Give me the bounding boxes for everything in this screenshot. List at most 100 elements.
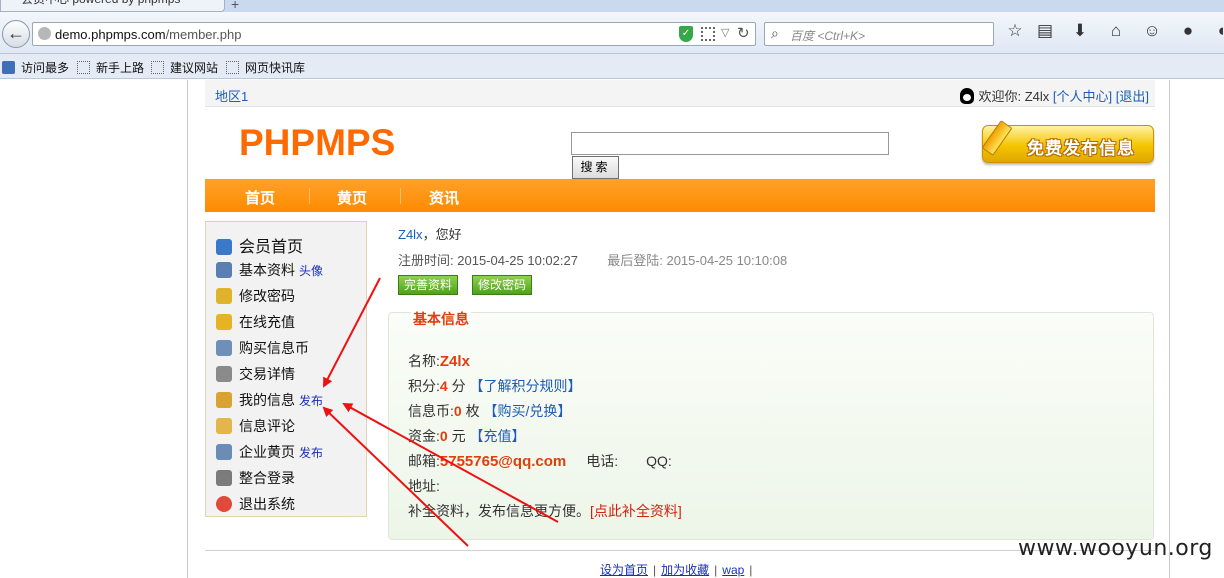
publish-info-link[interactable]: 发布 xyxy=(299,394,323,408)
contact-row: 邮箱:5755765@qq.com 电话: QQ: xyxy=(408,451,672,471)
last-login-value: 2015-04-25 10:10:08 xyxy=(666,253,788,268)
card-icon xyxy=(216,340,232,356)
bookmark-getting-started[interactable]: 新手上路 xyxy=(77,59,144,76)
sidebar-item-buy-coins[interactable]: 购买信息币 xyxy=(216,338,309,358)
address-bar[interactable]: demo.phpmps.com/member.php ✓ ▽ ↻ xyxy=(32,22,756,46)
sidebar-item-company-pages[interactable]: 企业黄页 发布 xyxy=(216,442,323,462)
top-info-bar: 地区1 欢迎你: Z4lx [个人中心] [退出] xyxy=(205,80,1155,107)
welcome-area: 欢迎你: Z4lx [个人中心] [退出] xyxy=(960,86,1149,105)
home-icon xyxy=(216,239,232,255)
dropdown-arrow-icon[interactable]: ▽ xyxy=(721,26,729,39)
region-link[interactable]: 地区1 xyxy=(215,86,248,105)
set-homepage-link[interactable]: 设为首页 xyxy=(600,563,648,577)
login-icon xyxy=(216,470,232,486)
download-icon[interactable]: ⬇ xyxy=(1069,20,1091,42)
sidebar-item-label: 交易详情 xyxy=(239,366,295,382)
email-label: 邮箱: xyxy=(408,453,440,469)
sidebar-item-label: 购买信息币 xyxy=(239,340,309,356)
points-rules-link[interactable]: 【了解积分规则】 xyxy=(469,378,581,394)
coins-label: 信息币: xyxy=(408,403,454,419)
browser-window: 会员中心 powered by phpmps + ← demo.phpmps.c… xyxy=(0,0,1224,578)
publish-company-link[interactable]: 发布 xyxy=(299,446,323,460)
name-value: Z4lx xyxy=(439,353,470,370)
site-logo[interactable]: PHPMPS xyxy=(239,122,395,164)
sidebar-item-comments[interactable]: 信息评论 xyxy=(216,416,295,436)
user-center-link[interactable]: [个人中心] xyxy=(1053,89,1112,104)
shield-icon[interactable]: ✓ xyxy=(679,26,693,42)
points-row: 积分:4 分 【了解积分规则】 xyxy=(408,376,581,396)
star-icon[interactable]: ☆ xyxy=(1004,20,1026,42)
nav-yellow-pages[interactable]: 黄页 xyxy=(337,187,367,208)
funds-value: 0 xyxy=(439,428,448,444)
site-search-input[interactable] xyxy=(571,132,889,155)
reg-time-value: 2015-04-25 10:02:27 xyxy=(457,253,578,268)
user-icon xyxy=(216,262,232,278)
change-password-button[interactable]: 修改密码 xyxy=(472,275,533,295)
add-favorite-link[interactable]: 加为收藏 xyxy=(661,563,709,577)
bookmark-web-slices[interactable]: 网页快讯库 xyxy=(226,59,305,76)
chat-icon[interactable]: ☺ xyxy=(1141,20,1163,42)
sidebar-item-label: 企业黄页 xyxy=(239,444,295,460)
sidebar-item-profile[interactable]: 基本资料 头像 xyxy=(216,260,323,280)
name-label: 名称: xyxy=(408,353,440,369)
bookmark-most-visited[interactable]: 访问最多 xyxy=(2,59,69,76)
sidebar-item-label: 整合登录 xyxy=(239,470,295,486)
username-link[interactable]: Z4lx xyxy=(398,227,423,242)
bookmark-page-icon xyxy=(77,61,90,74)
browser-tab[interactable]: 会员中心 powered by phpmps xyxy=(0,0,225,12)
nav-divider xyxy=(400,188,401,204)
bookmark-page-icon xyxy=(226,61,239,74)
login-times: 注册时间: 2015-04-25 10:02:27 最后登陆: 2015-04-… xyxy=(398,250,787,269)
speech-icon[interactable]: ● xyxy=(1177,20,1199,42)
bookmark-page-icon xyxy=(151,61,164,74)
tab-strip: 会员中心 powered by phpmps + xyxy=(0,0,1224,12)
back-button[interactable]: ← xyxy=(2,20,30,48)
recharge-link[interactable]: 【充值】 xyxy=(469,428,525,444)
buy-coins-link[interactable]: 【购买/兑换】 xyxy=(483,403,571,419)
url-host: demo.phpmps.com xyxy=(55,27,166,42)
sidebar-item-exit[interactable]: 退出系统 xyxy=(216,494,295,514)
wap-link[interactable]: wap xyxy=(722,563,744,577)
bookmark-suggested-sites[interactable]: 建议网站 xyxy=(151,59,218,76)
nav-news[interactable]: 资讯 xyxy=(429,187,459,208)
name-row: 名称:Z4lx xyxy=(408,351,470,371)
more-icon[interactable]: ◖ xyxy=(1210,20,1224,42)
points-value: 4 xyxy=(439,378,448,394)
folder-icon xyxy=(216,418,232,434)
sidebar-item-integrated-login[interactable]: 整合登录 xyxy=(216,468,295,488)
main-nav: 首页 黄页 资讯 xyxy=(205,179,1155,212)
site-search-button[interactable]: 搜索 xyxy=(572,156,619,179)
welcome-text: 欢迎你: Z4lx xyxy=(978,89,1050,104)
globe-icon xyxy=(38,27,51,40)
bookmarks-bar: 访问最多 新手上路 建议网站 网页快讯库 xyxy=(0,54,1224,79)
footer-separator: | xyxy=(714,563,718,577)
sidebar-item-member-home[interactable]: 会员首页 xyxy=(216,233,303,256)
sidebar-item-transactions[interactable]: 交易详情 xyxy=(216,364,295,384)
address-label: 地址: xyxy=(408,478,440,494)
complete-profile-button[interactable]: 完善资料 xyxy=(398,275,459,295)
free-publish-button[interactable]: 免费发布信息 xyxy=(981,120,1154,163)
qq-label: QQ: xyxy=(646,453,672,469)
sidebar-item-label: 我的信息 xyxy=(239,392,295,408)
sidebar-item-label: 基本资料 xyxy=(239,262,295,278)
home-icon[interactable]: ⌂ xyxy=(1105,20,1127,42)
email-value: 5755765@qq.com xyxy=(439,453,567,470)
reader-icon[interactable]: ▤ xyxy=(1034,20,1056,42)
address-row: 地址: xyxy=(408,476,440,496)
sidebar-item-change-password[interactable]: 修改密码 xyxy=(216,286,295,306)
search-bar[interactable]: ⌕ 百度 <Ctrl+K> xyxy=(764,22,994,46)
avatar-link[interactable]: 头像 xyxy=(299,264,323,278)
url-path: /member.php xyxy=(165,27,242,42)
bookmark-folder-icon xyxy=(2,61,15,74)
reload-icon[interactable]: ↻ xyxy=(737,24,750,42)
qr-code-icon[interactable] xyxy=(701,27,715,41)
greeting-suffix: ，您好 xyxy=(422,227,462,242)
sidebar-item-my-info[interactable]: 我的信息 发布 xyxy=(216,390,323,410)
sidebar-item-recharge[interactable]: 在线充值 xyxy=(216,312,295,332)
new-tab-button[interactable]: + xyxy=(231,0,239,12)
complete-profile-link[interactable]: [点此补全资料] xyxy=(590,503,682,519)
phone-label: 电话: xyxy=(586,453,619,469)
nav-home[interactable]: 首页 xyxy=(245,187,275,208)
logout-link[interactable]: [退出] xyxy=(1116,89,1149,104)
points-unit: 分 xyxy=(451,378,466,394)
